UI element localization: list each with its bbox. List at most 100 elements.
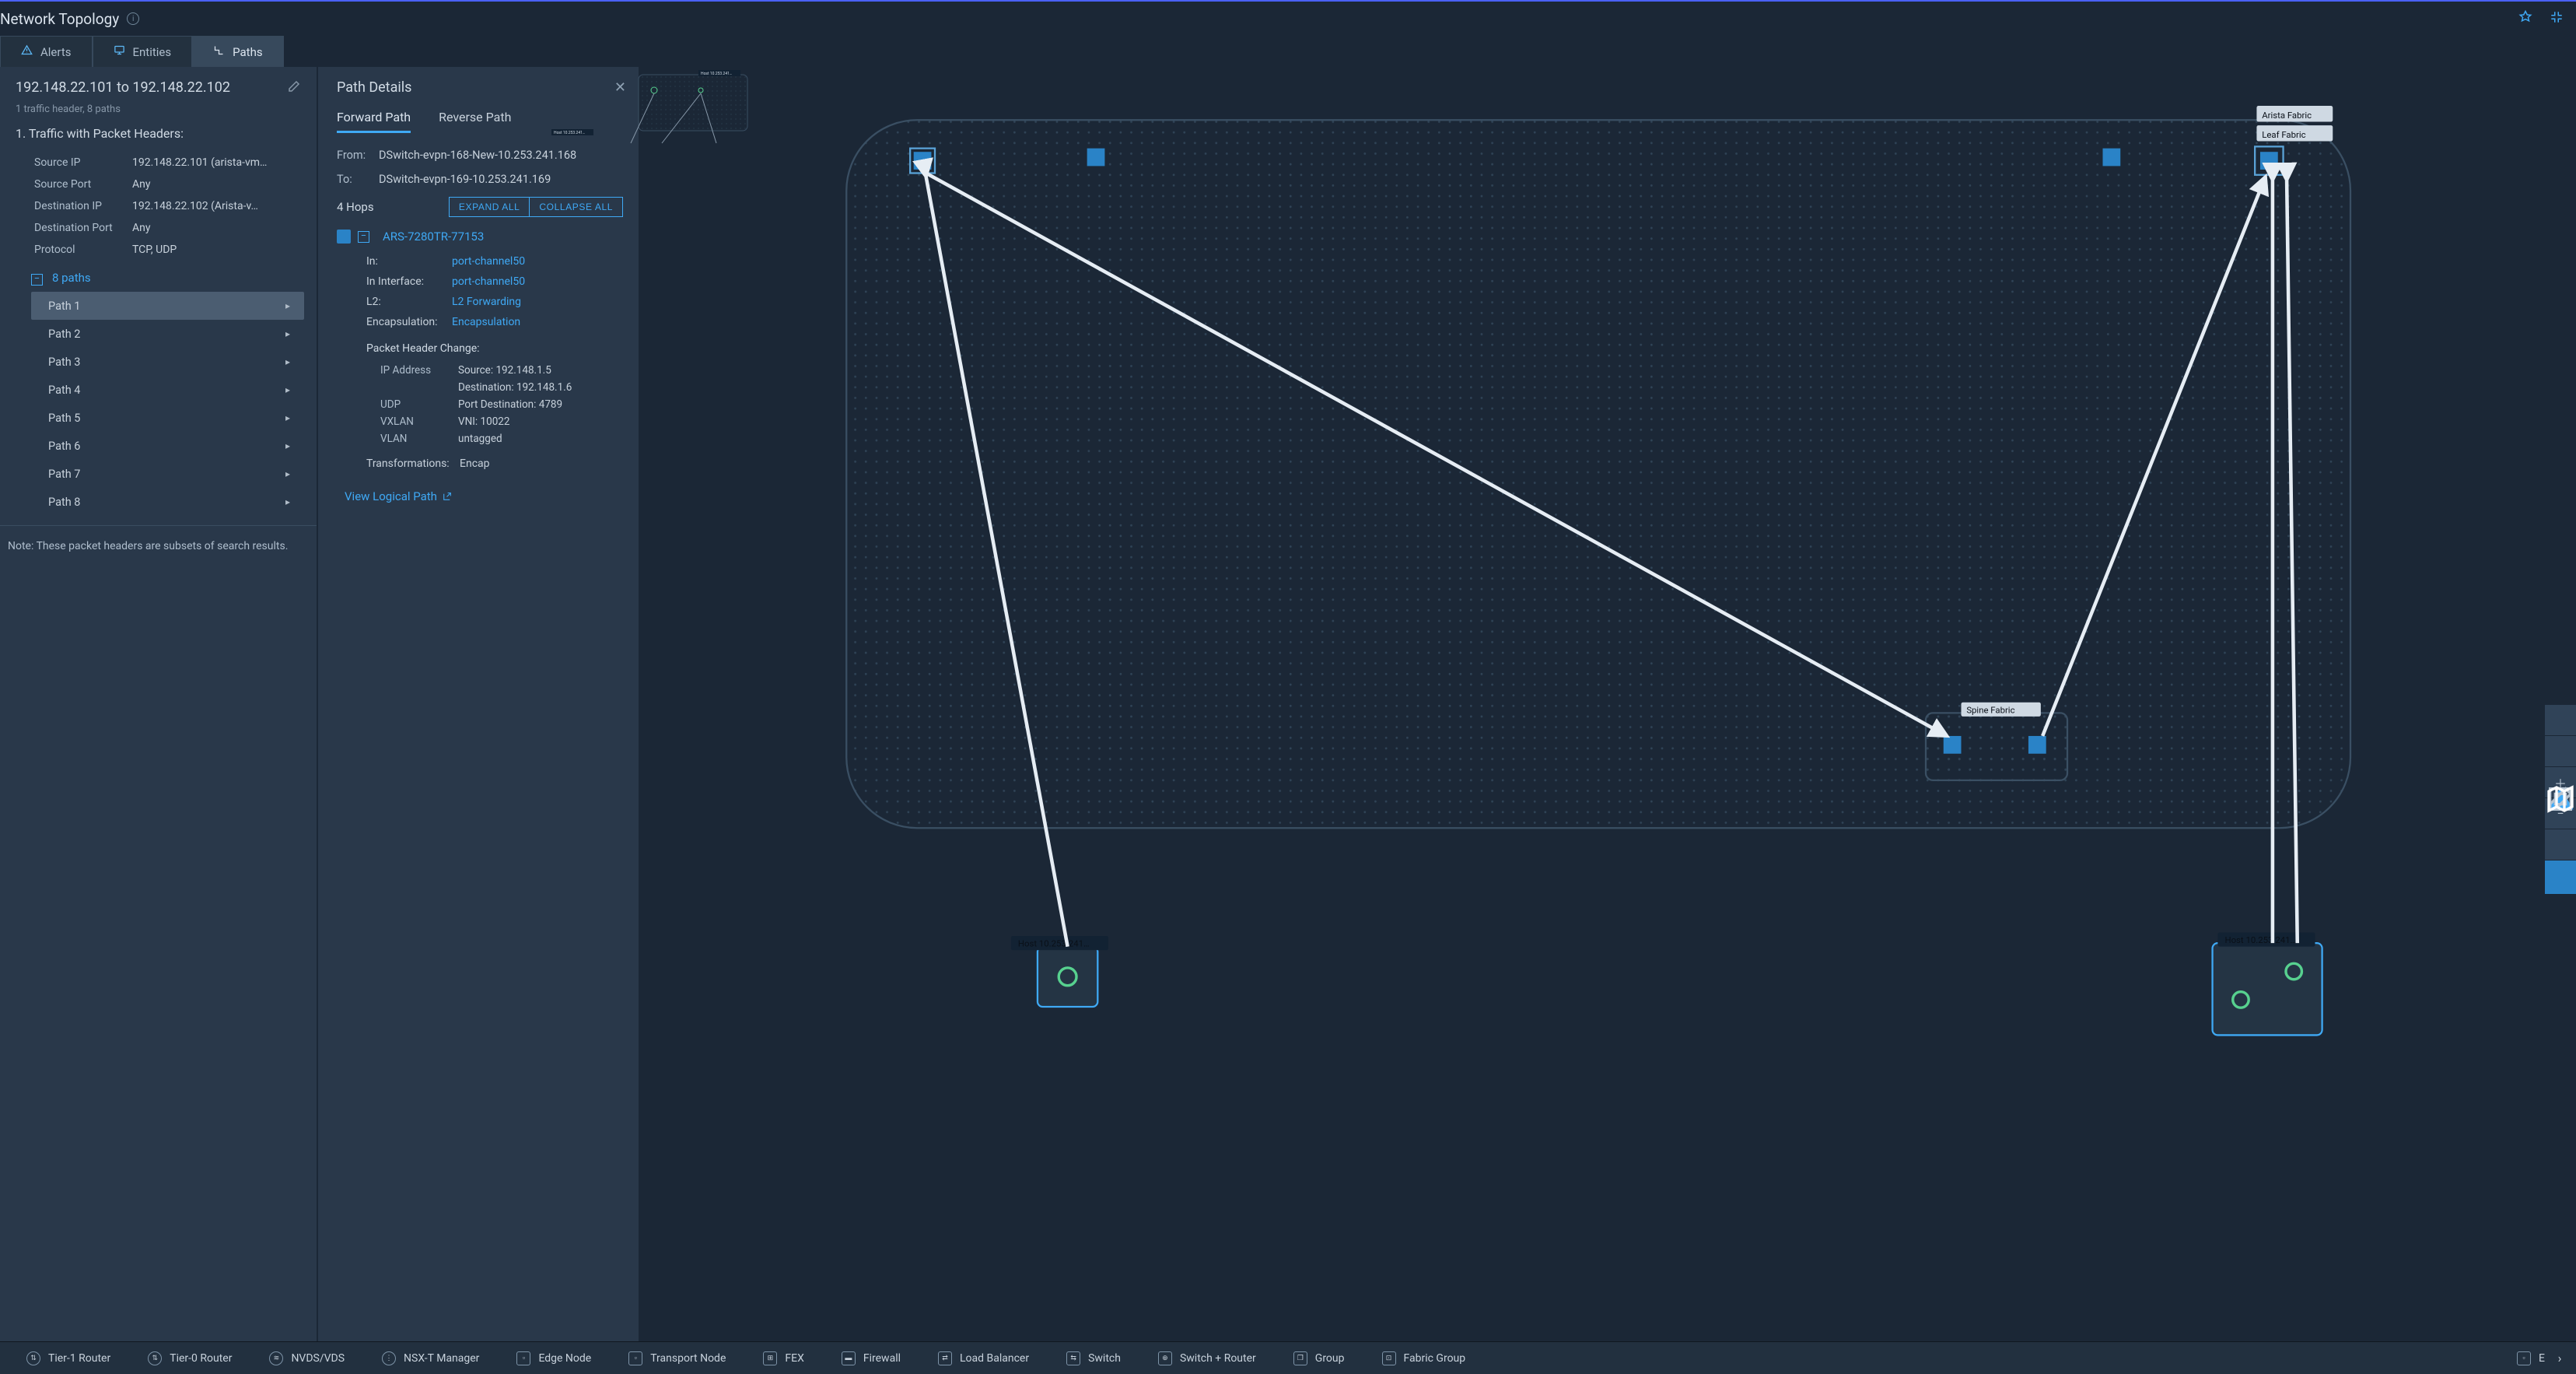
phc-value: VNI: 10022 bbox=[458, 413, 509, 430]
legend-item-overflow: ▫E bbox=[2512, 1351, 2550, 1365]
phc-key: VXLAN bbox=[380, 413, 458, 430]
legend-label: Switch + Router bbox=[1180, 1352, 1256, 1365]
info-icon[interactable]: i bbox=[127, 12, 139, 25]
host-node[interactable]: Host 10.253.241… bbox=[2213, 932, 2322, 1035]
svg-text:Host 10.253.241…: Host 10.253.241… bbox=[1018, 938, 1090, 949]
hop-link-value[interactable]: Encapsulation bbox=[452, 312, 520, 332]
path-label: Path 5 bbox=[48, 412, 80, 425]
canvas-toolbar: ＋ − bbox=[2545, 704, 2576, 894]
legend-label: Load Balancer bbox=[960, 1352, 1029, 1365]
kv-value: TCP, UDP bbox=[132, 239, 301, 261]
path-item[interactable]: Path 2▸ bbox=[31, 320, 304, 348]
kv-key: Protocol bbox=[16, 239, 132, 261]
legend-item: ⇅Tier-0 Router bbox=[129, 1351, 250, 1365]
paths-count-label[interactable]: 8 paths bbox=[52, 271, 91, 285]
svg-text:Host 10.253.241…: Host 10.253.241… bbox=[2224, 934, 2296, 945]
chevron-right-icon: ▸ bbox=[285, 328, 290, 339]
switch-node[interactable] bbox=[2255, 146, 2283, 174]
legend-label: E bbox=[2539, 1352, 2545, 1365]
topology-canvas[interactable]: Arista Fabric Leaf Fabric Spine Fabric H… bbox=[639, 67, 2576, 1341]
switch-node[interactable] bbox=[2103, 149, 2121, 166]
tab-label: Entities bbox=[133, 45, 172, 59]
path-item[interactable]: Path 4 ▸ bbox=[31, 376, 304, 404]
link-label: View Logical Path bbox=[345, 489, 437, 503]
hop-node: − ARS-7280TR-77153 In:port-channel50 In … bbox=[337, 230, 623, 474]
path-item[interactable]: Path 6▸ bbox=[31, 432, 304, 460]
legend-item: ⇄Load Balancer bbox=[919, 1351, 1048, 1365]
hop-link-value[interactable]: port-channel50 bbox=[452, 272, 525, 292]
legend-item: ▬ Firewall bbox=[823, 1351, 919, 1365]
legend-label: Firewall bbox=[863, 1352, 901, 1365]
kv-value: Any bbox=[132, 217, 301, 239]
legend-label: Tier-0 Router bbox=[170, 1352, 232, 1365]
hop-collapse-icon[interactable]: − bbox=[358, 231, 369, 243]
hop-key: In Interface: bbox=[366, 272, 452, 292]
hop-device-link[interactable]: ARS-7280TR-77153 bbox=[383, 230, 484, 244]
svg-text:Host 10.253.241…: Host 10.253.241… bbox=[701, 72, 732, 76]
legend-item: ≋ NVDS/VDS bbox=[250, 1351, 363, 1365]
hops-count: 4 Hops bbox=[337, 200, 374, 214]
switch-node[interactable] bbox=[910, 149, 935, 174]
alert-icon bbox=[21, 44, 33, 59]
path-item[interactable]: Path 5▸ bbox=[31, 404, 304, 432]
kv-value: 192.148.22.102 (Arista-v… bbox=[132, 195, 301, 217]
tab-paths[interactable]: Paths bbox=[192, 36, 283, 67]
legend-scroll-right[interactable]: › bbox=[2551, 1350, 2568, 1367]
legend-label: FEX bbox=[785, 1352, 803, 1365]
phc-value: Destination: 192.148.1.6 bbox=[458, 379, 572, 396]
tab-label: Paths bbox=[233, 45, 262, 59]
legend-label: NVDS/VDS bbox=[291, 1352, 345, 1365]
nvds-icon: ≋ bbox=[269, 1351, 283, 1365]
path-item[interactable]: Path 7▸ bbox=[31, 460, 304, 488]
phc-value: untagged bbox=[458, 430, 502, 447]
kv-key: Source Port bbox=[16, 174, 132, 195]
zone-label: Leaf Fabric bbox=[2262, 129, 2305, 140]
legend-label: Edge Node bbox=[538, 1352, 591, 1365]
packet-header-change-heading: Packet Header Change: bbox=[366, 338, 623, 359]
switch-node[interactable] bbox=[1944, 736, 1962, 754]
nsxt-icon: ⋮ bbox=[382, 1351, 396, 1365]
hop-key: L2: bbox=[366, 292, 452, 312]
path-item[interactable]: Path 1▸ bbox=[31, 292, 304, 320]
switch-router-icon: ⊕ bbox=[1158, 1351, 1172, 1365]
hop-link-value[interactable]: port-channel50 bbox=[452, 251, 525, 272]
tab-entities[interactable]: Entities bbox=[93, 36, 193, 67]
path-icon bbox=[213, 44, 225, 59]
chevron-right-icon: ▸ bbox=[285, 384, 290, 395]
legend-item: ▫Transport Node bbox=[610, 1351, 744, 1365]
header-bar: Network Topology i bbox=[0, 0, 2576, 36]
fabric-group-icon: ⊡ bbox=[1382, 1351, 1396, 1365]
legend-item: ⋮NSX-T Manager bbox=[363, 1351, 498, 1365]
legend-label: Tier-1 Router bbox=[48, 1352, 110, 1365]
overflow-icon: ▫ bbox=[2517, 1351, 2531, 1365]
legend-item: ⊞FEX bbox=[744, 1351, 822, 1365]
pin-icon[interactable] bbox=[2518, 10, 2532, 28]
expand-all-button[interactable]: EXPAND ALL bbox=[449, 197, 530, 217]
legend-item: ⊕ Switch + Router bbox=[1139, 1351, 1275, 1365]
view-logical-path-link[interactable]: View Logical Path bbox=[345, 489, 452, 503]
tree-collapse-icon[interactable]: − bbox=[31, 274, 43, 286]
tab-alerts[interactable]: Alerts bbox=[0, 36, 93, 67]
switch-node[interactable] bbox=[1087, 149, 1105, 166]
phc-value: Port Destination: 4789 bbox=[458, 396, 562, 413]
host-node[interactable]: Host 10.253.241… bbox=[1011, 936, 1108, 1007]
kv-key: Destination IP bbox=[16, 195, 132, 217]
legend-label: Transport Node bbox=[650, 1352, 726, 1365]
hop-link-value[interactable]: L2 Forwarding bbox=[452, 292, 521, 312]
collapse-all-button[interactable]: COLLAPSE ALL bbox=[530, 197, 623, 217]
kv-key: Destination Port bbox=[16, 217, 132, 239]
legend-label: Switch bbox=[1088, 1352, 1121, 1365]
monitor-icon bbox=[114, 44, 125, 59]
path-label: Path 4 bbox=[48, 384, 80, 397]
path-item[interactable]: Path 8▸ bbox=[31, 488, 304, 516]
tab-bar: Alerts Entities Paths bbox=[0, 36, 2576, 67]
path-item[interactable]: Path 3▸ bbox=[31, 348, 304, 376]
switch-node[interactable] bbox=[2028, 736, 2046, 754]
collapse-icon[interactable] bbox=[2550, 10, 2564, 28]
legend-item: ⊡Fabric Group bbox=[1363, 1351, 1485, 1365]
path-label: Path 6 bbox=[48, 440, 80, 453]
legend-bar: ⇅Tier-1 Router ⇅Tier-0 Router ≋NVDS/VDS … bbox=[0, 1341, 2576, 1374]
minimap-toggle-button[interactable] bbox=[2545, 860, 2576, 894]
hop-key: In: bbox=[366, 251, 452, 272]
firewall-icon: ▬ bbox=[842, 1351, 856, 1365]
